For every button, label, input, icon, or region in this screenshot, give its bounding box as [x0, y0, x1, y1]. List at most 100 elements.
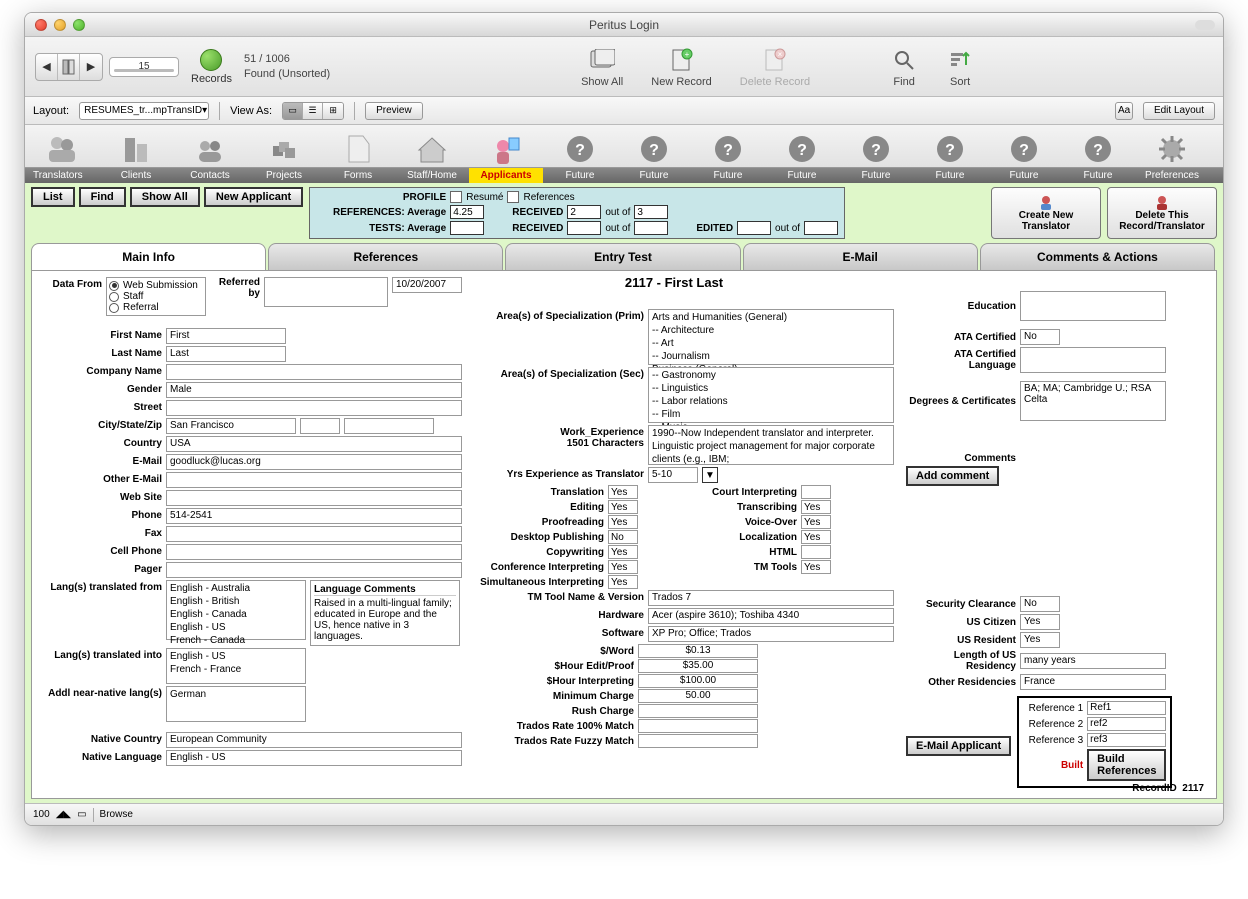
state-input[interactable] — [300, 418, 340, 434]
native-language-input[interactable]: English - US — [166, 750, 462, 766]
nav-label-future[interactable]: Future — [987, 168, 1061, 183]
dropdown-icon[interactable]: ▼ — [702, 467, 718, 483]
nav-label-future[interactable]: Future — [839, 168, 913, 183]
nav-label-clients[interactable]: Clients — [99, 168, 173, 183]
ata-lang-input[interactable] — [1020, 347, 1166, 373]
radio-web-submission[interactable] — [109, 281, 119, 291]
first-name-input[interactable]: First — [166, 328, 286, 344]
other-res-input[interactable]: France — [1020, 674, 1166, 690]
tab-references[interactable]: References — [268, 243, 503, 270]
rate--hour-edit-proof-input[interactable]: $35.00 — [638, 659, 758, 673]
resume-checkbox[interactable] — [450, 191, 462, 203]
us-res-input[interactable]: Yes — [1020, 632, 1060, 648]
rate-rush-charge-input[interactable] — [638, 704, 758, 718]
tests-avg-value[interactable] — [450, 221, 484, 235]
show-all-button[interactable]: Show All — [573, 46, 631, 88]
ref2-input[interactable]: ref2 — [1087, 717, 1166, 731]
view-as-buttons[interactable]: ▭ ☰ ⊞ — [282, 102, 344, 120]
spec-sec-list[interactable]: -- Gastronomy -- Linguistics -- Labor re… — [648, 367, 894, 423]
nav-label-preferences[interactable]: Preferences — [1135, 168, 1209, 183]
nav-label-contacts[interactable]: Contacts — [173, 168, 247, 183]
refs-avg-value[interactable]: 4.25 — [450, 205, 484, 219]
new-applicant-button[interactable]: New Applicant — [204, 187, 303, 207]
translators-icon[interactable] — [44, 131, 80, 167]
applicants-icon[interactable] — [488, 131, 524, 167]
skill-tm-tools-input[interactable]: Yes — [801, 560, 831, 574]
nav-label-projects[interactable]: Projects — [247, 168, 321, 183]
references-checkbox[interactable] — [507, 191, 519, 203]
window-minimize-button[interactable] — [54, 19, 66, 31]
ref3-input[interactable]: ref3 — [1087, 733, 1166, 747]
rate-trados-rate-match-input[interactable] — [638, 719, 758, 733]
received2-value[interactable] — [567, 221, 601, 235]
view-mode-icon[interactable]: ▭ — [77, 809, 86, 820]
sec-clear-input[interactable]: No — [1020, 596, 1060, 612]
email-applicant-button[interactable]: E-Mail Applicant — [906, 736, 1011, 756]
future-icon[interactable]: ? — [636, 131, 672, 167]
view-form-icon[interactable]: ▭ — [283, 103, 303, 119]
layout-select[interactable]: RESUMES_tr...mpTransID▾ — [79, 102, 209, 120]
records-indicator-icon[interactable] — [200, 49, 222, 71]
zoom-value[interactable]: 100 — [33, 809, 50, 820]
lang-from-input[interactable]: English - Australia English - British En… — [166, 580, 306, 640]
skill-editing-input[interactable]: Yes — [608, 500, 638, 514]
received2-total[interactable] — [634, 221, 668, 235]
create-new-translator-button[interactable]: Create NewTranslator — [991, 187, 1101, 239]
gender-input[interactable]: Male — [166, 382, 462, 398]
radio-staff[interactable] — [109, 292, 119, 302]
zoom-controls-icon[interactable]: ◢◣ — [56, 809, 71, 820]
nav-label-future[interactable]: Future — [765, 168, 839, 183]
tab-comments-actions[interactable]: Comments & Actions — [980, 243, 1215, 270]
window-close-button[interactable] — [35, 19, 47, 31]
ata-cert-input[interactable]: No — [1020, 329, 1060, 345]
find-button[interactable]: Find — [79, 187, 126, 207]
us-cit-input[interactable]: Yes — [1020, 614, 1060, 630]
street-input[interactable] — [166, 400, 462, 416]
skill-simultaneous-interpreting-input[interactable]: Yes — [608, 575, 638, 589]
window-maximize-button[interactable] — [73, 19, 85, 31]
education-input[interactable] — [1020, 291, 1166, 321]
sort-button[interactable]: Sort — [938, 46, 982, 88]
received1-value[interactable]: 2 — [567, 205, 601, 219]
city-input[interactable]: San Francisco — [166, 418, 296, 434]
skill-copywriting-input[interactable]: Yes — [608, 545, 638, 559]
nav-label-future[interactable]: Future — [543, 168, 617, 183]
yrs-exp-select[interactable]: 5-10 — [648, 467, 698, 483]
skill-proofreading-input[interactable]: Yes — [608, 515, 638, 529]
last-name-input[interactable]: Last — [166, 346, 286, 362]
window-handle[interactable] — [1195, 20, 1215, 30]
tab-main-info[interactable]: Main Info — [31, 243, 266, 270]
skill-transcribing-input[interactable]: Yes — [801, 500, 831, 514]
nav-label-future[interactable]: Future — [1061, 168, 1135, 183]
edited-total[interactable] — [804, 221, 838, 235]
nav-label-future[interactable]: Future — [617, 168, 691, 183]
hardware-input[interactable]: Acer (aspire 3610); Toshiba 4340 — [648, 608, 894, 624]
skill-localization-input[interactable]: Yes — [801, 530, 831, 544]
rate-trados-rate-fuzzy-match-input[interactable] — [638, 734, 758, 748]
other-email-input[interactable] — [166, 472, 462, 488]
projects-icon[interactable] — [266, 131, 302, 167]
company-input[interactable] — [166, 364, 462, 380]
website-input[interactable] — [166, 490, 462, 506]
phone-input[interactable]: 514-2541 — [166, 508, 462, 524]
delete-record-translator-button[interactable]: Delete ThisRecord/Translator — [1107, 187, 1217, 239]
radio-referral[interactable] — [109, 303, 119, 313]
skill-voice-over-input[interactable]: Yes — [801, 515, 831, 529]
contacts-icon[interactable] — [192, 131, 228, 167]
cell-input[interactable] — [166, 544, 462, 560]
staff-home-icon[interactable] — [414, 131, 450, 167]
skill-translation-input[interactable]: Yes — [608, 485, 638, 499]
show-all-button[interactable]: Show All — [130, 187, 200, 207]
future-icon[interactable]: ? — [1006, 131, 1042, 167]
future-icon[interactable]: ? — [1080, 131, 1116, 167]
preview-button[interactable]: Preview — [365, 102, 423, 120]
add-comment-button[interactable]: Add comment — [906, 466, 999, 486]
nav-label-forms[interactable]: Forms — [321, 168, 395, 183]
len-res-input[interactable]: many years — [1020, 653, 1166, 669]
rate--hour-interpreting-input[interactable]: $100.00 — [638, 674, 758, 688]
clients-icon[interactable] — [118, 131, 154, 167]
edit-layout-button[interactable]: Edit Layout — [1143, 102, 1215, 120]
record-nav-buttons[interactable]: ◀ ▶ — [35, 53, 103, 81]
tab-e-mail[interactable]: E-Mail — [743, 243, 978, 270]
referred-by-input[interactable] — [264, 277, 388, 307]
